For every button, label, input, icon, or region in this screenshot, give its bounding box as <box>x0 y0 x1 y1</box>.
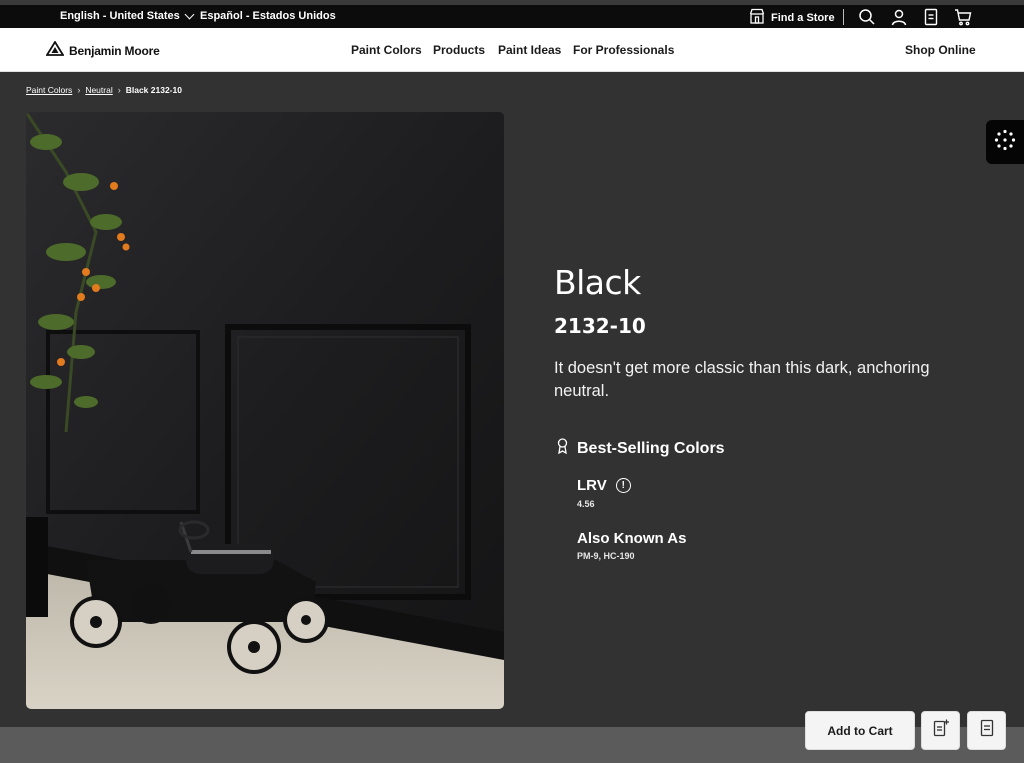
info-icon[interactable]: ! <box>615 478 631 493</box>
nav-for-professionals[interactable]: For Professionals <box>573 43 674 57</box>
search-icon[interactable] <box>858 8 876 26</box>
lrv-label: LRV <box>577 477 607 494</box>
color-tool-button[interactable] <box>986 120 1024 164</box>
dots-tool-icon <box>994 129 1016 156</box>
language-link-spanish[interactable]: Español - Estados Unidos <box>200 10 336 22</box>
utility-bar: English - United States Español - Estado… <box>0 0 1024 28</box>
cart-icon[interactable] <box>954 8 972 26</box>
nav-products[interactable]: Products <box>433 43 485 57</box>
nav-shop-online[interactable]: Shop Online <box>905 43 976 57</box>
brand-name: Benjamin Moore <box>69 44 160 58</box>
main-navigation: Benjamin Moore Paint Colors Products Pai… <box>0 28 1024 72</box>
color-description: It doesn't get more classic than this da… <box>554 359 930 400</box>
nav-paint-colors[interactable]: Paint Colors <box>351 43 422 57</box>
award-ribbon-icon <box>556 438 569 459</box>
user-icon[interactable] <box>890 8 908 26</box>
list-icon[interactable] <box>922 8 940 26</box>
nav-paint-ideas[interactable]: Paint Ideas <box>498 43 561 57</box>
color-code: 2132-10 <box>554 314 646 338</box>
utility-divider <box>843 9 844 25</box>
breadcrumb-current: Black 2132-10 <box>125 85 182 95</box>
saved-list-button[interactable] <box>967 711 1006 750</box>
language-selector-english[interactable]: English - United States <box>60 9 195 22</box>
breadcrumb-neutral[interactable]: Neutral <box>85 85 112 95</box>
breadcrumb: Paint Colors › Neutral › Black 2132-10 <box>26 85 182 95</box>
chevron-down-icon <box>184 9 195 19</box>
room-photo <box>26 112 504 709</box>
add-to-list-icon <box>933 719 949 742</box>
add-to-list-button[interactable] <box>921 711 960 750</box>
find-a-store-link[interactable]: Find a Store <box>749 8 835 27</box>
breadcrumb-paint-colors[interactable]: Paint Colors <box>26 85 72 95</box>
find-a-store-label: Find a Store <box>771 11 835 24</box>
chevron-right-icon: › <box>77 85 81 95</box>
logo-mark-icon <box>45 40 65 61</box>
also-known-as-value: PM-9, HC-190 <box>577 551 635 561</box>
document-icon <box>980 719 994 742</box>
best-selling-badge: Best-Selling Colors <box>556 438 725 459</box>
language-english-label: English - United States <box>60 10 180 22</box>
lrv-heading: LRV ! <box>577 477 631 494</box>
lrv-value: 4.56 <box>577 499 595 509</box>
store-icon <box>749 8 765 27</box>
add-to-cart-button[interactable]: Add to Cart <box>805 711 915 750</box>
best-selling-label: Best-Selling Colors <box>577 439 725 457</box>
color-name: Black <box>554 263 641 302</box>
brand-logo[interactable]: Benjamin Moore <box>45 40 160 61</box>
also-known-as-label: Also Known As <box>577 530 687 547</box>
chevron-right-icon: › <box>117 85 121 95</box>
